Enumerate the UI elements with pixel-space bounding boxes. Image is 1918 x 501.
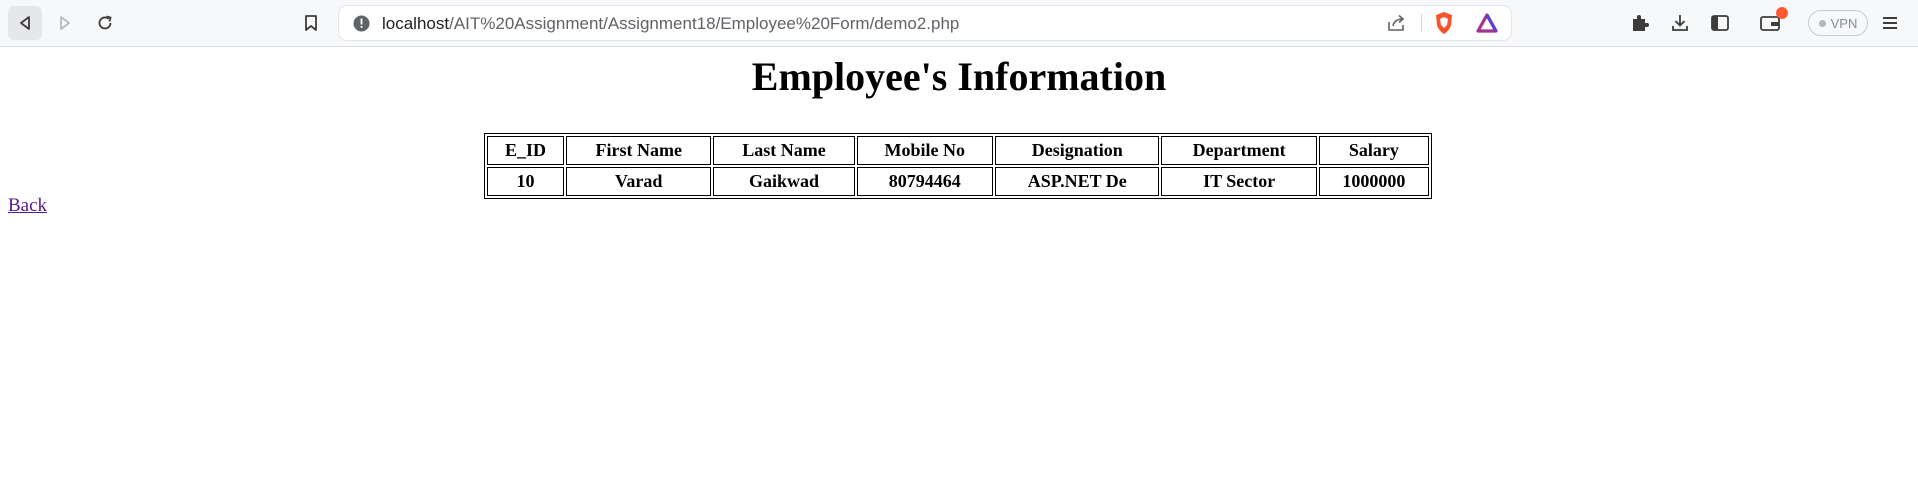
hamburger-icon [1883,17,1897,29]
share-icon[interactable] [1387,14,1407,32]
forward-arrow-icon [60,16,70,30]
url-text[interactable]: localhost/AIT%20Assignment/Assignment18/… [382,14,959,34]
column-header: Designation [995,136,1160,165]
table-cell: 10 [487,167,564,196]
column-header: Department [1161,136,1317,165]
bookmark-button[interactable] [294,6,328,40]
downloads-button[interactable] [1668,11,1692,35]
table-cell: Gaikwad [713,167,855,196]
back-button[interactable] [8,6,42,40]
vpn-button[interactable]: VPN [1808,10,1868,36]
back-link[interactable]: Back [8,195,47,217]
table-cell: IT Sector [1161,167,1317,196]
table-row: 10 Varad Gaikwad 80794464 ASP.NET De IT … [487,167,1429,196]
site-info-icon[interactable] [353,15,370,32]
table-cell: 1000000 [1318,167,1429,196]
column-header: E_ID [487,136,564,165]
address-bar[interactable]: localhost/AIT%20Assignment/Assignment18/… [339,6,1511,40]
brave-shield-icon[interactable] [1433,11,1455,35]
browser-toolbar: localhost/AIT%20Assignment/Assignment18/… [0,0,1918,47]
forward-button[interactable] [48,6,82,40]
column-header: First Name [565,136,712,165]
sidebar-button[interactable] [1708,11,1732,35]
sidebar-icon [1711,15,1729,31]
puzzle-icon [1633,15,1649,31]
menu-button[interactable] [1878,11,1902,35]
wallet-button[interactable] [1758,7,1788,35]
url-path: /AIT%20Assignment/Assignment18/Employee%… [449,14,960,33]
table-cell: ASP.NET De [995,167,1160,196]
url-host: localhost [382,14,450,33]
back-arrow-icon [20,16,30,30]
reload-icon [98,15,112,30]
notification-badge [1776,7,1788,19]
column-header: Salary [1318,136,1429,165]
bookmark-icon [305,15,317,31]
vpn-label: VPN [1830,15,1858,31]
table-cell: Varad [565,167,712,196]
download-icon [1672,15,1688,31]
reload-button[interactable] [88,6,122,40]
column-header: Mobile No [856,136,994,165]
column-header: Last Name [713,136,855,165]
rewards-triangle-icon[interactable] [1476,13,1498,33]
employee-table: E_ID First Name Last Name Mobile No Desi… [484,133,1432,199]
table-cell: 80794464 [856,167,994,196]
extensions-button[interactable] [1628,11,1652,35]
table-header-row: E_ID First Name Last Name Mobile No Desi… [487,136,1429,165]
url-divider [1421,14,1422,32]
vpn-status-dot [1818,19,1826,27]
page-title: Employee's Information [751,54,1167,99]
